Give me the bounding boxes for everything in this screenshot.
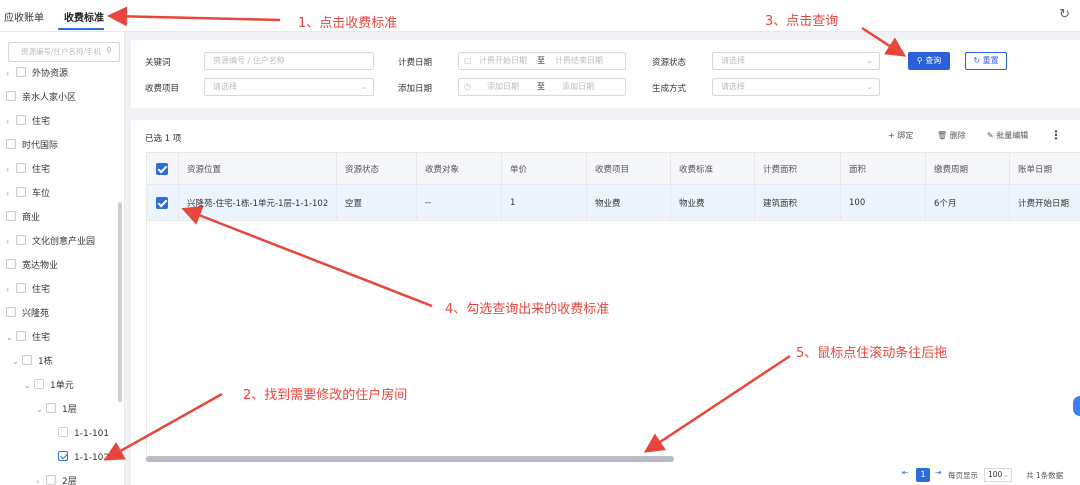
annotation-step-4: 4、勾选查询出来的收费标准 xyxy=(445,302,610,317)
arrow-to-fee-standard-tab xyxy=(107,6,281,27)
arrow-to-room-node xyxy=(103,392,223,461)
arrow-to-query-button xyxy=(861,26,907,57)
annotation-step-2: 2、找到需要修改的住户房间 xyxy=(243,388,408,403)
annotation-arrows xyxy=(103,6,907,461)
arrow-to-scrollbar xyxy=(643,354,791,453)
annotation-step-3: 3、点击查询 xyxy=(765,14,839,29)
annotation-step-5: 5、鼠标点住滚动条往后拖 xyxy=(796,346,948,361)
annotation-step-1: 1、点击收费标准 xyxy=(298,16,398,31)
arrow-to-row-checkbox xyxy=(181,206,433,308)
